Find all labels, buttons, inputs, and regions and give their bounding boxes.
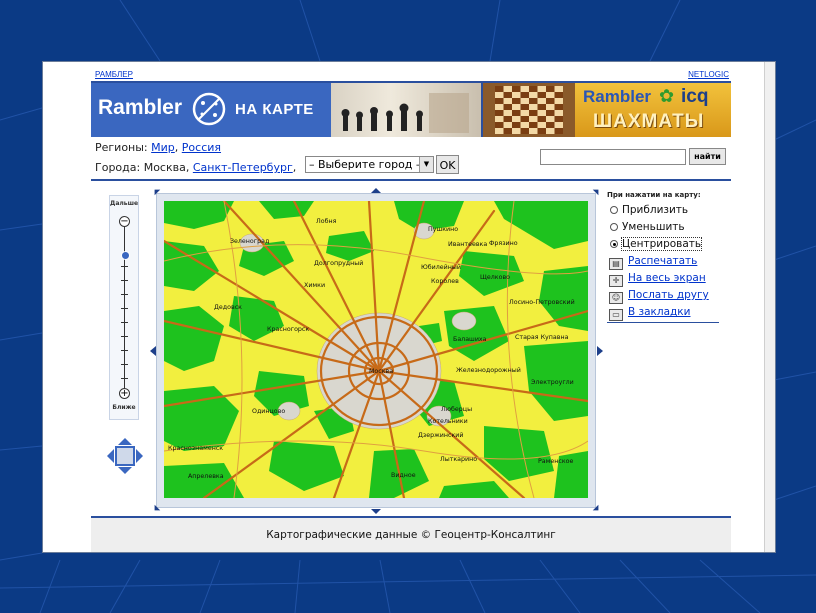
map-label: Балашиха xyxy=(453,336,487,343)
map-label: Краснознаменск xyxy=(168,445,223,452)
zoom-in-label: Ближе xyxy=(112,404,136,411)
cities-label: Города: xyxy=(95,161,141,174)
map-label: Электроугли xyxy=(531,379,574,386)
map-label: Химки xyxy=(304,282,325,289)
fullscreen-link[interactable]: ✛ На весь экран xyxy=(609,272,706,287)
map-label: Лыткарино xyxy=(440,456,477,463)
map-pan-down-right-icon[interactable] xyxy=(592,504,602,514)
ad-chess-text: ШАХМАТЫ xyxy=(593,111,705,132)
zoom-track[interactable] xyxy=(124,222,125,392)
city-spb-link[interactable]: Санкт-Петербург xyxy=(193,161,293,174)
print-link[interactable]: ▤ Распечатать xyxy=(609,255,697,270)
map-label: Дзержинский xyxy=(418,431,463,439)
compass-icon xyxy=(192,92,226,126)
send-friend-icon: ☺ xyxy=(609,292,623,304)
map-label: Котельники xyxy=(428,418,468,425)
regions-row: Регионы: Мир, Россия xyxy=(95,141,222,154)
chevron-down-icon[interactable]: ▼ xyxy=(419,157,433,172)
map-label: Дедовск xyxy=(214,304,242,311)
chess-pieces-image[interactable] xyxy=(331,83,481,137)
radio-center[interactable] xyxy=(610,240,618,248)
map-label: Люберцы xyxy=(441,405,472,413)
zoom-out-button[interactable]: − xyxy=(119,216,130,227)
map-label: Лобня xyxy=(316,217,337,225)
map-label: Лосино-Петровский xyxy=(509,298,575,306)
map-pan-right-icon[interactable] xyxy=(597,346,603,356)
bookmark-link[interactable]: ▭ В закладки xyxy=(609,306,690,321)
ok-button[interactable]: OK xyxy=(436,155,459,174)
pan-center-icon[interactable] xyxy=(115,446,135,466)
zoom-thumb[interactable] xyxy=(121,251,130,261)
map-label: Пушкино xyxy=(428,226,458,233)
map-image[interactable]: Лобня Пушкино Ивантеевка Фрязино Зеленог… xyxy=(164,201,588,498)
city-select[interactable]: – Выберите город – ▼ xyxy=(305,156,434,173)
netlogic-link[interactable]: NETLOGIC xyxy=(688,70,729,79)
toolbar-divider xyxy=(91,179,731,181)
map-canvas[interactable]: Лобня Пушкино Ивантеевка Фрязино Зеленог… xyxy=(164,201,588,498)
icq-flower-icon: ✿ xyxy=(659,86,675,107)
option-zoom-in[interactable]: Приблизить xyxy=(610,204,688,216)
map-label: Долгопрудный xyxy=(314,259,363,267)
logo-text: Rambler xyxy=(98,96,183,119)
copyright-footer: Картографические данные © Геоцентр-Конса… xyxy=(91,518,731,552)
zoom-slider[interactable]: Дальше − + Ближе xyxy=(109,195,139,420)
map-pan-down-icon[interactable] xyxy=(371,509,381,514)
map-label: Королев xyxy=(431,278,459,285)
map-label: Железнодорожный xyxy=(456,366,521,374)
map-pan-up-left-icon[interactable] xyxy=(151,186,161,196)
browser-screenshot: РАМБЛЕР NETLOGIC Rambler НА КАРТЕ Ramble… xyxy=(42,61,776,553)
map-label: Зеленоград xyxy=(230,238,270,245)
bookmark-icon: ▭ xyxy=(609,309,623,321)
map-label: Апрелевка xyxy=(188,473,224,480)
map-pan-left-icon[interactable] xyxy=(150,346,156,356)
rambler-logo[interactable]: Rambler НА КАРТЕ xyxy=(91,83,331,137)
map-frame: Лобня Пушкино Ивантеевка Фрязино Зеленог… xyxy=(150,186,603,514)
regions-label: Регионы: xyxy=(95,141,148,154)
fullscreen-icon: ✛ xyxy=(609,275,623,287)
city-moscow: Москва, xyxy=(143,161,190,174)
ad-rambler-text: Rambler xyxy=(583,87,652,106)
pan-up-icon[interactable] xyxy=(118,438,132,445)
map-label: Одинцово xyxy=(252,408,285,415)
map-label: Фрязино xyxy=(489,240,518,247)
map-label: Раменское xyxy=(538,458,574,465)
map-label: Ивантеевка xyxy=(448,241,487,248)
region-world-link[interactable]: Мир xyxy=(151,141,175,154)
option-center[interactable]: Центрировать xyxy=(610,237,703,251)
header-banner: Rambler НА КАРТЕ Rambler ✿ icq ШАХМАТЫ xyxy=(91,83,731,137)
radio-zoom-in[interactable] xyxy=(610,206,618,214)
pan-down-icon[interactable] xyxy=(118,467,132,474)
pan-left-icon[interactable] xyxy=(107,449,114,463)
scrollbar[interactable] xyxy=(764,62,775,552)
map-label: Красногорск xyxy=(267,326,309,333)
option-zoom-out[interactable]: Уменьшить xyxy=(610,221,685,233)
city-select-value: – Выберите город – xyxy=(309,158,422,171)
map-label: Старая Купавна xyxy=(515,334,569,341)
click-options-title: При нажатии на карту: xyxy=(607,191,701,199)
map-label: Москва xyxy=(369,368,393,375)
map-pan-up-icon[interactable] xyxy=(371,188,381,193)
map-pan-down-left-icon[interactable] xyxy=(151,504,161,514)
zoom-out-label: Дальше xyxy=(110,200,139,207)
cities-row: Города: Москва, Санкт-Петербург, xyxy=(95,161,297,174)
region-russia-link[interactable]: Россия xyxy=(182,141,221,154)
map-label: Видное xyxy=(391,472,416,479)
map-label: Юбилейный xyxy=(421,263,461,271)
pan-control[interactable] xyxy=(105,436,145,476)
map-pan-up-right-icon[interactable] xyxy=(592,186,602,196)
ad-icq-text: icq xyxy=(681,86,709,107)
logo-subtitle: НА КАРТЕ xyxy=(235,101,314,118)
icq-chess-ad[interactable]: Rambler ✿ icq ШАХМАТЫ xyxy=(575,83,731,137)
search-input[interactable] xyxy=(540,149,686,165)
radio-zoom-out[interactable] xyxy=(610,223,618,231)
map-label: Щелково xyxy=(480,274,510,281)
send-friend-link[interactable]: ☺ Послать другу xyxy=(609,289,709,304)
pan-right-icon[interactable] xyxy=(136,449,143,463)
printer-icon: ▤ xyxy=(609,258,623,270)
rambler-link[interactable]: РАМБЛЕР xyxy=(95,70,133,79)
chessboard-image[interactable] xyxy=(483,83,575,137)
search-button[interactable]: найти xyxy=(689,148,726,165)
panel-divider xyxy=(607,322,719,323)
zoom-in-button[interactable]: + xyxy=(119,388,130,399)
